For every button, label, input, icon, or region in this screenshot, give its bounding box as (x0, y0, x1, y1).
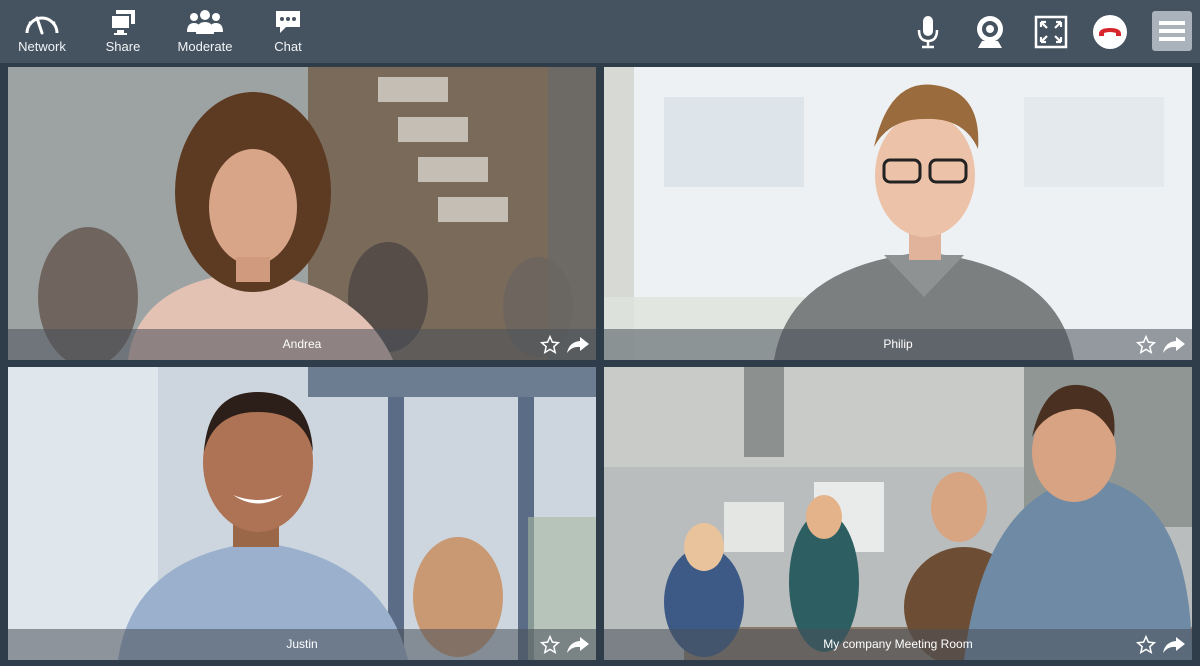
participant-namebar: Andrea (8, 329, 596, 360)
participant-namebar: Justin (8, 629, 596, 660)
participant-video (604, 367, 1192, 660)
toolbar: Network Share Moderate Chat (0, 0, 1200, 63)
forward-icon[interactable] (1162, 336, 1186, 354)
network-label: Network (18, 39, 66, 54)
participant-namebar: My company Meeting Room (604, 629, 1192, 660)
participant-namebar: Philip (604, 329, 1192, 360)
participant-video (8, 67, 596, 360)
fullscreen-icon (1034, 15, 1068, 49)
participant-name: Philip (883, 337, 913, 351)
webcam-icon (977, 16, 1003, 48)
participant-name: Andrea (282, 337, 322, 351)
microphone-button[interactable] (908, 12, 948, 52)
microphone-icon (917, 16, 939, 49)
share-label: Share (105, 39, 141, 54)
webcam-button[interactable] (970, 12, 1010, 52)
video-tile-justin[interactable]: Justin (8, 367, 596, 660)
hang-up-button[interactable] (1090, 12, 1130, 52)
video-tile-andrea[interactable]: Andrea (8, 67, 596, 360)
menu-button[interactable] (1152, 11, 1192, 51)
hamburger-menu-icon (1159, 21, 1185, 41)
star-icon[interactable] (1136, 635, 1156, 655)
star-icon[interactable] (540, 635, 560, 655)
forward-icon[interactable] (566, 336, 590, 354)
video-tile-meeting-room[interactable]: My company Meeting Room (604, 367, 1192, 660)
chat-bubble-icon (274, 0, 302, 36)
share-button[interactable]: Share (100, 0, 146, 63)
group-icon (186, 0, 224, 36)
moderate-label: Moderate (177, 39, 233, 54)
screen-share-icon (108, 0, 138, 36)
forward-icon[interactable] (566, 636, 590, 654)
star-icon[interactable] (540, 335, 560, 355)
video-tile-philip[interactable]: Philip (604, 67, 1192, 360)
network-button[interactable]: Network (10, 0, 74, 63)
fullscreen-button[interactable] (1031, 12, 1071, 52)
chat-button[interactable]: Chat (266, 0, 310, 63)
moderate-button[interactable]: Moderate (172, 0, 238, 63)
hang-up-icon (1093, 15, 1127, 49)
forward-icon[interactable] (1162, 636, 1186, 654)
participant-name: Justin (286, 637, 318, 651)
participant-video (604, 67, 1192, 360)
participant-name: My company Meeting Room (823, 637, 973, 651)
gauge-icon (22, 0, 62, 36)
chat-label: Chat (274, 39, 302, 54)
star-icon[interactable] (1136, 335, 1156, 355)
participant-video (8, 367, 596, 660)
